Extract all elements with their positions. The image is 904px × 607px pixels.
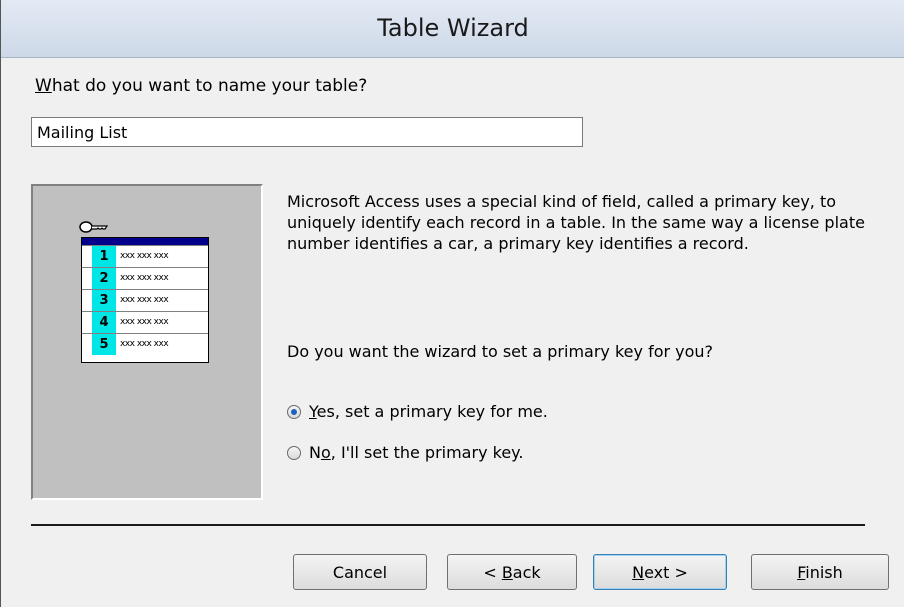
- back-button[interactable]: < Back: [447, 554, 577, 590]
- radio-yes-access-key: Y: [309, 402, 317, 421]
- table-graphic-header: [82, 238, 208, 245]
- row-filler: xxx xxx xxx: [120, 273, 169, 283]
- back-access-key: B: [501, 563, 513, 582]
- radio-button-unselected[interactable]: [287, 445, 301, 460]
- finish-button[interactable]: Finish: [751, 554, 889, 590]
- radio-yes-set-primary-key[interactable]: Yes, set a primary key for me.: [287, 402, 548, 421]
- row-number: 1: [92, 246, 116, 267]
- question-text: hat do you want to name your table?: [51, 76, 368, 96]
- table-name-question: What do you want to name your table?: [35, 76, 367, 96]
- table-graphic-row: 5 xxx xxx xxx: [82, 333, 208, 355]
- row-filler: xxx xxx xxx: [120, 295, 169, 305]
- table-graphic-row: 4 xxx xxx xxx: [82, 311, 208, 333]
- row-filler: xxx xxx xxx: [120, 339, 169, 349]
- title-bar[interactable]: Table Wizard: [1, 0, 904, 58]
- primary-key-illustration: 1 xxx xxx xxx 2 xxx xxx xxx 3 xxx xxx xx…: [31, 184, 263, 500]
- table-wizard-window: Table Wizard What do you want to name yo…: [0, 0, 904, 607]
- row-number: 4: [92, 312, 116, 333]
- cancel-button[interactable]: Cancel: [293, 554, 427, 590]
- finish-text: inish: [805, 563, 843, 582]
- row-filler: xxx xxx xxx: [120, 317, 169, 327]
- key-icon: [79, 221, 109, 233]
- table-graphic-row: 3 xxx xxx xxx: [82, 289, 208, 311]
- table-name-input[interactable]: [31, 117, 583, 147]
- next-button[interactable]: Next >: [593, 554, 727, 590]
- question-access-key: W: [35, 76, 52, 96]
- radio-no-access-key: o: [320, 443, 331, 462]
- primary-key-prompt: Do you want the wizard to set a primary …: [287, 342, 714, 361]
- radio-no-prefix: N: [309, 443, 321, 462]
- table-graphic-row: 1 xxx xxx xxx: [82, 245, 208, 267]
- radio-yes-text: es, set a primary key for me.: [316, 402, 548, 421]
- table-graphic: 1 xxx xxx xxx 2 xxx xxx xxx 3 xxx xxx xx…: [81, 237, 209, 363]
- radio-yes-label: Yes, set a primary key for me.: [309, 402, 548, 421]
- separator-line: [31, 524, 865, 526]
- window-title: Table Wizard: [377, 14, 529, 42]
- primary-key-description: Microsoft Access uses a special kind of …: [287, 192, 865, 253]
- radio-no-set-primary-key[interactable]: No, I'll set the primary key.: [287, 443, 523, 462]
- table-graphic-row: 2 xxx xxx xxx: [82, 267, 208, 289]
- row-filler: xxx xxx xxx: [120, 251, 169, 261]
- radio-button-selected[interactable]: [287, 404, 301, 419]
- row-number: 5: [92, 334, 116, 355]
- back-arrow: <: [483, 563, 502, 582]
- row-number: 2: [92, 268, 116, 289]
- row-number: 3: [92, 290, 116, 311]
- next-text: ext >: [644, 563, 688, 582]
- radio-no-text: , I'll set the primary key.: [330, 443, 524, 462]
- back-text: ack: [512, 563, 541, 582]
- radio-no-label: No, I'll set the primary key.: [309, 443, 523, 462]
- next-access-key: N: [632, 563, 645, 582]
